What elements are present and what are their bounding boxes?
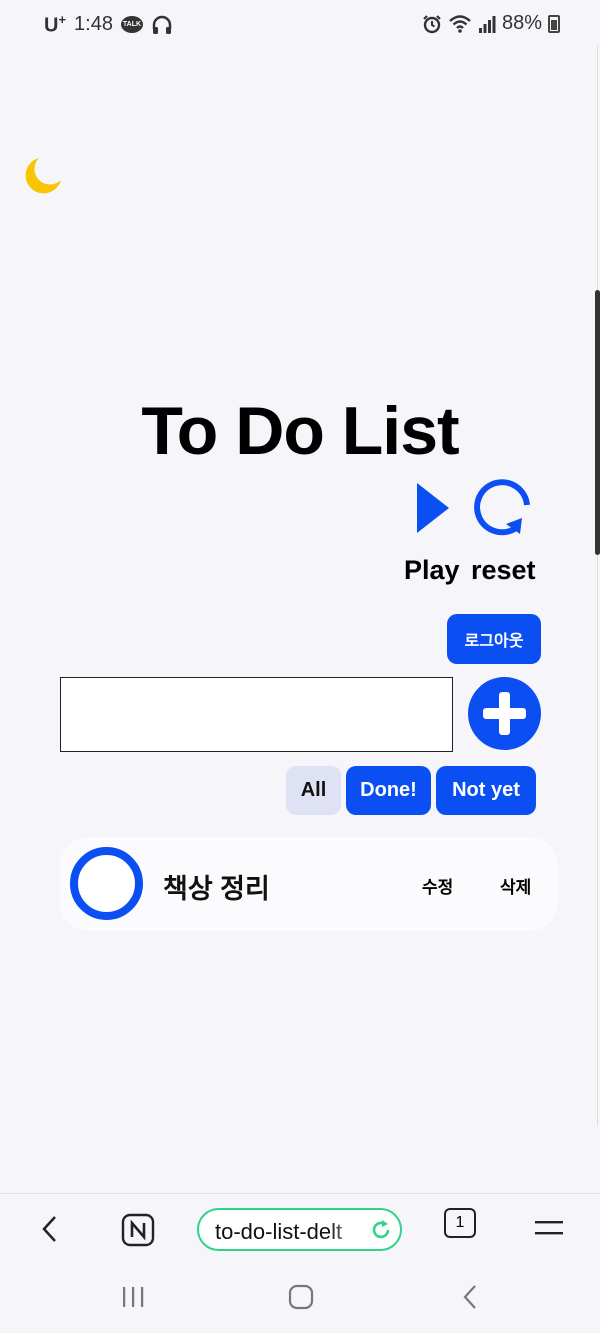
play-label: Play	[404, 555, 460, 585]
status-right: 88%	[422, 12, 560, 35]
refresh-icon[interactable]	[369, 1218, 393, 1242]
system-nav-bar	[0, 1265, 600, 1333]
logout-button[interactable]: 로그아웃	[447, 614, 541, 664]
menu-icon	[535, 1221, 563, 1235]
system-back-button[interactable]	[460, 1284, 480, 1310]
browser-menu-button[interactable]	[534, 1218, 564, 1240]
add-todo-button[interactable]	[468, 677, 541, 750]
tabs-button[interactable]: 1	[444, 1208, 476, 1238]
media-controls: Play reset	[400, 478, 545, 590]
browser-toolbar: to-do-list-delt 1	[0, 1193, 600, 1265]
scroll-track	[597, 46, 598, 1126]
status-bar: U+ 1:48 TALK 88%	[0, 0, 600, 46]
reset-button[interactable]	[474, 478, 536, 540]
delete-button[interactable]: 삭제	[500, 873, 531, 898]
nav-back-icon	[463, 1285, 476, 1309]
recent-apps-button[interactable]	[120, 1285, 146, 1309]
url-fade	[329, 1214, 369, 1246]
alarm-icon	[423, 14, 441, 33]
naver-home-button[interactable]	[121, 1213, 155, 1247]
battery-icon	[548, 14, 560, 33]
carrier-label: U+	[44, 12, 67, 37]
plus-icon	[483, 692, 526, 735]
reset-label: reset	[471, 555, 536, 585]
filter-done-button[interactable]: Done!	[346, 766, 431, 815]
wifi-icon	[449, 14, 471, 33]
play-button[interactable]	[414, 480, 454, 536]
talk-icon: TALK	[120, 16, 143, 34]
headphones-icon	[152, 15, 172, 34]
todo-item: 책상 정리 수정 삭제	[60, 837, 558, 931]
battery-percent: 88%	[501, 12, 542, 34]
home-button[interactable]	[288, 1284, 314, 1310]
back-icon	[42, 1216, 56, 1242]
url-bar[interactable]: to-do-list-delt	[197, 1208, 402, 1251]
signal-icon	[478, 15, 496, 33]
todo-input[interactable]	[60, 677, 453, 752]
reset-icon	[474, 479, 530, 536]
filter-not-yet-button[interactable]: Not yet	[436, 766, 536, 815]
edit-button[interactable]: 수정	[422, 873, 453, 898]
filter-all-button[interactable]: All	[286, 766, 341, 815]
naver-icon	[121, 1213, 155, 1247]
status-left: U+ 1:48 TALK	[44, 12, 173, 38]
todo-text: 책상 정리	[163, 874, 270, 904]
todo-checkbox[interactable]	[70, 847, 143, 920]
home-icon	[288, 1284, 314, 1310]
theme-toggle-button[interactable]	[22, 155, 64, 197]
play-icon	[417, 483, 449, 533]
clock: 1:48	[74, 13, 113, 36]
moon-icon	[25, 158, 61, 194]
page-title: To Do List	[141, 393, 459, 469]
recent-apps-icon	[123, 1287, 144, 1307]
browser-back-button[interactable]	[38, 1214, 62, 1244]
